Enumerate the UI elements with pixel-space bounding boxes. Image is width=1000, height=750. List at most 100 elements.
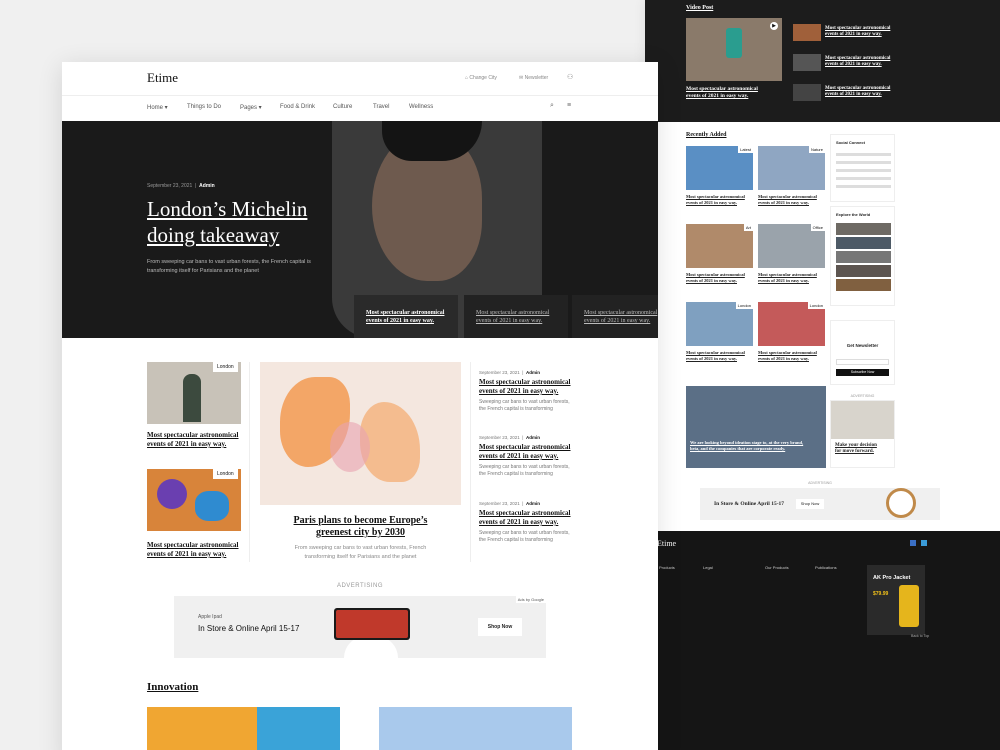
video-person [726, 28, 742, 58]
video-list-thumb [793, 24, 821, 41]
promo-price: $79.99 [873, 591, 889, 597]
social-row[interactable] [836, 161, 891, 164]
promo-card[interactable]: AK Pro Jacket $79.99 [867, 565, 925, 635]
feature-card[interactable]: Paris plans to become Europe’s greenest c… [260, 362, 461, 562]
recent-card[interactable]: Nature Most spectacular astronomical even… [758, 146, 825, 218]
social-row[interactable] [836, 185, 891, 188]
search-icon[interactable]: ⌕ [550, 102, 554, 110]
footer-col-title: Our Products [765, 565, 789, 570]
hero-description: From sweeping car bans to vast urban for… [147, 259, 311, 274]
side-list-item[interactable]: September 23, 2021 | Admin Most spectacu… [479, 501, 579, 544]
social-row[interactable] [836, 169, 891, 172]
left-card[interactable]: London Most spectacular astronomical even… [147, 469, 242, 564]
decision-card[interactable]: Make your decision for move forward. [830, 400, 895, 468]
nav-pages[interactable]: Pages ▾ [240, 104, 262, 111]
hero-strip-title: Most spectacular astronomical events of 2… [366, 310, 445, 324]
nav-wellness[interactable]: Wellness [409, 104, 433, 110]
side-list-item[interactable]: September 23, 2021 | Admin Most spectacu… [479, 435, 579, 478]
category-badge: London [213, 469, 238, 479]
recent-card[interactable]: Latest Most spectacular astronomical even… [686, 146, 753, 218]
category-badge: Office [810, 224, 825, 231]
recent-title: Most spectacular astronomical events of 2… [686, 350, 745, 361]
recent-card[interactable]: London Most spectacular astronomical even… [686, 302, 753, 374]
video-main-thumb[interactable]: ▶ [686, 18, 782, 81]
toy-shape [195, 491, 229, 521]
nav-home[interactable]: Home ▾ [147, 104, 168, 111]
ad-product: Apple Ipad [198, 614, 222, 620]
item-meta: September 23, 2021 | Admin [479, 370, 540, 375]
hero-strip-card[interactable]: Most spectacular astronomical events of 2… [572, 295, 658, 338]
social-row[interactable] [836, 153, 891, 156]
user-icon[interactable]: ⚇ [567, 73, 573, 81]
wide-card-title: We are looking beyond ideation stage to,… [690, 440, 804, 451]
explore-item[interactable] [836, 237, 891, 249]
video-list-item[interactable]: Most spectacular astronomical events of 2… [793, 24, 973, 44]
newsletter-email-field[interactable] [836, 359, 889, 365]
hero-title[interactable]: London’s Michelin doing takeaway [147, 196, 307, 248]
hero-strip-card[interactable]: Most spectacular astronomical events of 2… [464, 295, 568, 338]
nav-food-drink[interactable]: Food & Drink [280, 104, 315, 110]
left-card-title: Most spectacular astronomical events of 2… [147, 431, 239, 448]
explore-item[interactable] [836, 265, 891, 277]
nav-culture[interactable]: Culture [333, 104, 352, 110]
shop-now-button[interactable]: Shop Now [478, 618, 522, 636]
back-ad-banner[interactable]: In Store & Online April 15-17 Shop Now [700, 488, 940, 520]
left-card-title: Most spectacular astronomical events of 2… [147, 541, 239, 558]
ad-label: ADVERTISING [336, 583, 384, 589]
nav-travel[interactable]: Travel [373, 104, 389, 110]
menu-icon[interactable]: ≡ [567, 102, 571, 109]
item-title: Most spectacular astronomical events of 2… [479, 509, 571, 526]
hero-strip-card[interactable]: Most spectacular astronomical events of 2… [354, 295, 458, 338]
play-icon[interactable]: ▶ [770, 22, 778, 30]
newsletter-widget: Get Newsletter Subscribe Now [830, 320, 895, 385]
ad-label: ADVERTISING [850, 394, 875, 398]
explore-item[interactable] [836, 223, 891, 235]
recent-grid: Latest Most spectacular astronomical even… [686, 146, 826, 376]
video-main-title[interactable]: Most spectacular astronomical events of 2… [686, 86, 786, 100]
explore-widget: Explore the World [830, 206, 895, 306]
wide-image-card[interactable]: We are looking beyond ideation stage to,… [686, 386, 826, 468]
ad-shop-button[interactable]: Shop Now [796, 499, 824, 509]
feature-title: Paris plans to become Europe’s greenest c… [293, 515, 428, 538]
newsletter-link[interactable]: ✉ Newsletter [519, 75, 548, 81]
recent-section-title: Recently Added [686, 132, 727, 138]
toy-shape [157, 479, 187, 509]
explore-item[interactable] [836, 251, 891, 263]
ad-banner[interactable]: Ads by Google Apple Ipad In Store & Onli… [174, 596, 546, 658]
video-list-item[interactable]: Most spectacular astronomical events of 2… [793, 54, 973, 74]
ad-headline: In Store & Online April 15-17 [198, 624, 300, 633]
social-row[interactable] [836, 177, 891, 180]
mockup-stage: Video Post ▶ Most spectacular astronomic… [0, 0, 1000, 750]
hero-strip-title: Most spectacular astronomical events of 2… [584, 310, 658, 324]
explore-item[interactable] [836, 279, 891, 291]
recent-card[interactable]: Office Most spectacular astronomical even… [758, 224, 825, 296]
change-city-link[interactable]: ⌂ Change City [465, 75, 497, 81]
person-figure [183, 374, 201, 422]
brand-logo[interactable]: Etime [147, 70, 178, 86]
recent-card[interactable]: Art Most spectacular astronomical events … [686, 224, 753, 296]
twitter-icon[interactable] [921, 540, 927, 546]
paint-swirl [330, 422, 370, 472]
category-badge: London [735, 302, 753, 309]
video-list-thumb [793, 84, 821, 101]
video-section-title: Video Post [686, 5, 714, 11]
category-badge: London [213, 362, 238, 372]
subscribe-button[interactable]: Subscribe Now [836, 369, 889, 376]
feature-description: From sweeping car bans to vast urban for… [294, 545, 427, 560]
video-list-item[interactable]: Most spectacular astronomical events of 2… [793, 84, 973, 104]
innovation-card-image[interactable] [147, 707, 340, 750]
hero-meta: September 23, 2021 | Admin [147, 183, 215, 189]
category-badge: Art [743, 224, 753, 231]
nav-things-to-do[interactable]: Things to Do [187, 104, 221, 110]
back-to-top-link[interactable]: Back to Top [911, 634, 929, 638]
widget-title: Social Connect [836, 140, 865, 145]
left-card[interactable]: London Most spectacular astronomical even… [147, 362, 242, 457]
recent-card[interactable]: London Most spectacular astronomical even… [758, 302, 825, 374]
promo-title: AK Pro Jacket [873, 575, 911, 581]
section-title: Innovation [147, 681, 199, 693]
clock-icon [886, 488, 916, 518]
facebook-icon[interactable] [910, 540, 916, 546]
widget-title: Get Newsletter [846, 343, 879, 348]
side-list-item[interactable]: September 23, 2021 | Admin Most spectacu… [479, 370, 579, 413]
innovation-card-image[interactable] [379, 707, 572, 750]
